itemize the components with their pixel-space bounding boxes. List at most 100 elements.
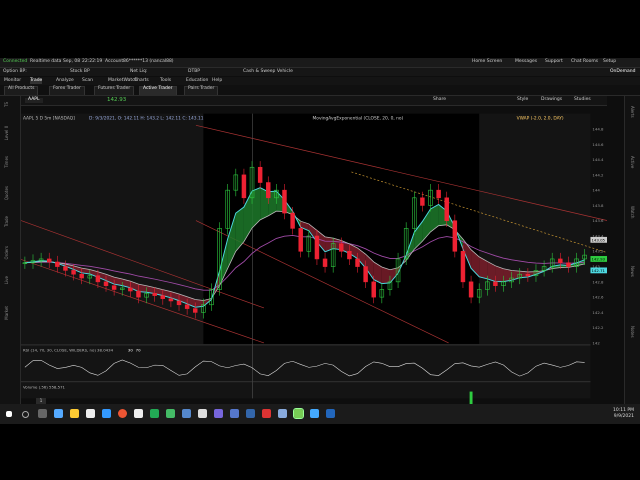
chrome-icon[interactable] xyxy=(118,409,127,418)
candle-body[interactable] xyxy=(444,197,449,222)
candle-body[interactable] xyxy=(128,287,133,292)
sidebar-tab[interactable]: Watch xyxy=(630,206,635,218)
candle-body[interactable] xyxy=(193,308,198,313)
candle-body[interactable] xyxy=(103,281,109,286)
candle-body[interactable] xyxy=(363,266,368,283)
windows-start-icon[interactable] xyxy=(6,411,12,417)
tab-futures-trader[interactable]: Futures Trader xyxy=(94,86,135,95)
candle-body[interactable] xyxy=(566,262,571,267)
messages-link[interactable]: Messages xyxy=(515,59,537,65)
candle-body[interactable] xyxy=(241,174,247,199)
tab-active-trader[interactable]: Active Trader xyxy=(139,86,177,95)
candle-body[interactable] xyxy=(436,189,441,199)
style-button[interactable]: Style xyxy=(517,97,528,103)
app-icon[interactable] xyxy=(150,409,159,418)
candle-body[interactable] xyxy=(71,270,76,275)
sidebar-tab[interactable]: Live xyxy=(4,276,9,284)
candle-body[interactable] xyxy=(55,261,60,267)
candle-body[interactable] xyxy=(339,243,344,252)
candle-body[interactable] xyxy=(452,220,458,252)
candle-body[interactable] xyxy=(79,273,84,279)
candle-body[interactable] xyxy=(266,182,271,199)
candle-body[interactable] xyxy=(290,212,295,229)
search-icon[interactable] xyxy=(22,411,29,418)
sidebar-tab[interactable]: Trade xyxy=(4,216,9,227)
candle-body[interactable] xyxy=(420,197,425,206)
thinkorswim-icon[interactable] xyxy=(293,408,304,419)
candle-body[interactable] xyxy=(160,295,166,299)
app-icon[interactable] xyxy=(246,409,255,418)
file-explorer-icon[interactable] xyxy=(70,409,79,418)
sidebar-tab[interactable]: TS xyxy=(4,102,9,107)
home-screen-link[interactable]: Home Screen xyxy=(472,59,502,65)
candle-body[interactable] xyxy=(95,275,101,283)
candle-body[interactable] xyxy=(322,258,328,267)
sidebar-tab[interactable]: Quotes xyxy=(4,186,9,200)
sidebar-tab[interactable]: Times xyxy=(4,156,9,168)
store-icon[interactable] xyxy=(86,409,95,418)
system-clock[interactable]: 10:11 PM 9/9/2021 xyxy=(613,408,634,421)
candle-body[interactable] xyxy=(63,266,68,271)
sidebar-tab[interactable]: Alerts xyxy=(630,106,635,118)
candle-body[interactable] xyxy=(136,290,141,298)
menu-item-charts[interactable]: Charts xyxy=(134,78,149,84)
edge-icon[interactable] xyxy=(54,409,63,418)
candle-body[interactable] xyxy=(460,251,466,283)
drawings-button[interactable]: Drawings xyxy=(541,97,562,103)
tab-forex-trader[interactable]: Forex Trader xyxy=(49,86,85,95)
share-button[interactable]: Share xyxy=(433,97,446,103)
discord-icon[interactable] xyxy=(214,409,223,418)
sidebar-tab[interactable]: Notes xyxy=(630,326,635,338)
app-icon[interactable] xyxy=(166,409,175,418)
candle-body[interactable] xyxy=(525,273,531,277)
candle-body[interactable] xyxy=(371,281,376,298)
setup-link[interactable]: Setup xyxy=(603,59,616,65)
candle-body[interactable] xyxy=(176,300,182,306)
menu-item-trade[interactable]: Trade xyxy=(30,78,43,84)
candle-body[interactable] xyxy=(347,251,352,260)
app-icon[interactable] xyxy=(134,409,143,418)
app-icon[interactable] xyxy=(230,409,239,418)
sidebar-tab[interactable]: News xyxy=(630,266,635,277)
menu-item-monitor[interactable]: Monitor xyxy=(4,78,21,84)
ondemand-button[interactable]: OnDemand xyxy=(610,69,635,75)
candle-body[interactable] xyxy=(468,281,474,298)
candle-body[interactable] xyxy=(111,285,117,290)
acrobat-icon[interactable] xyxy=(262,409,271,418)
menu-item-analyze[interactable]: Analyze xyxy=(56,78,74,84)
app-icon[interactable] xyxy=(198,409,207,418)
candle-body[interactable] xyxy=(282,189,287,214)
sidebar-tab[interactable]: Level II xyxy=(4,126,9,140)
candle-body[interactable] xyxy=(46,258,52,263)
menu-item-scan[interactable]: Scan xyxy=(82,78,93,84)
tab-all-products[interactable]: All Products xyxy=(4,86,39,95)
candle-body[interactable] xyxy=(298,228,303,252)
menu-item-help[interactable]: Help xyxy=(212,78,222,84)
price-chart[interactable]: AAPL 5 D 5m [NASDAQ] D: 9/3/2021, O: 142.… xyxy=(21,106,607,406)
sidebar-tab[interactable]: Market xyxy=(4,306,9,320)
word-icon[interactable] xyxy=(326,409,335,418)
candle-body[interactable] xyxy=(355,258,360,267)
support-link[interactable]: Support xyxy=(545,59,563,65)
candle-body[interactable] xyxy=(493,281,498,286)
candle-body[interactable] xyxy=(152,293,157,296)
menu-item-education[interactable]: Education xyxy=(186,78,208,84)
app-icon[interactable] xyxy=(278,409,287,418)
app-icon[interactable] xyxy=(182,409,191,418)
app-icon[interactable] xyxy=(310,409,319,418)
app-icon[interactable] xyxy=(102,409,111,418)
chat-rooms-link[interactable]: Chat Rooms xyxy=(571,59,598,65)
candle-body[interactable] xyxy=(558,258,563,264)
candle-body[interactable] xyxy=(257,166,263,183)
sidebar-tab[interactable]: Orders xyxy=(4,246,9,259)
candle-body[interactable] xyxy=(168,298,174,302)
menu-item-tools[interactable]: Tools xyxy=(160,78,171,84)
task-view-icon[interactable] xyxy=(38,409,47,418)
sidebar-tab[interactable]: Active xyxy=(630,156,635,168)
symbol-input[interactable]: AAPL xyxy=(25,97,43,103)
candle-body[interactable] xyxy=(314,235,320,260)
tab-pairs-trader[interactable]: Pairs Trader xyxy=(184,86,219,95)
account-value[interactable]: 86******13 (nancal88) xyxy=(123,59,174,65)
candle-body[interactable] xyxy=(184,304,190,309)
studies-button[interactable]: Studies xyxy=(574,97,591,103)
